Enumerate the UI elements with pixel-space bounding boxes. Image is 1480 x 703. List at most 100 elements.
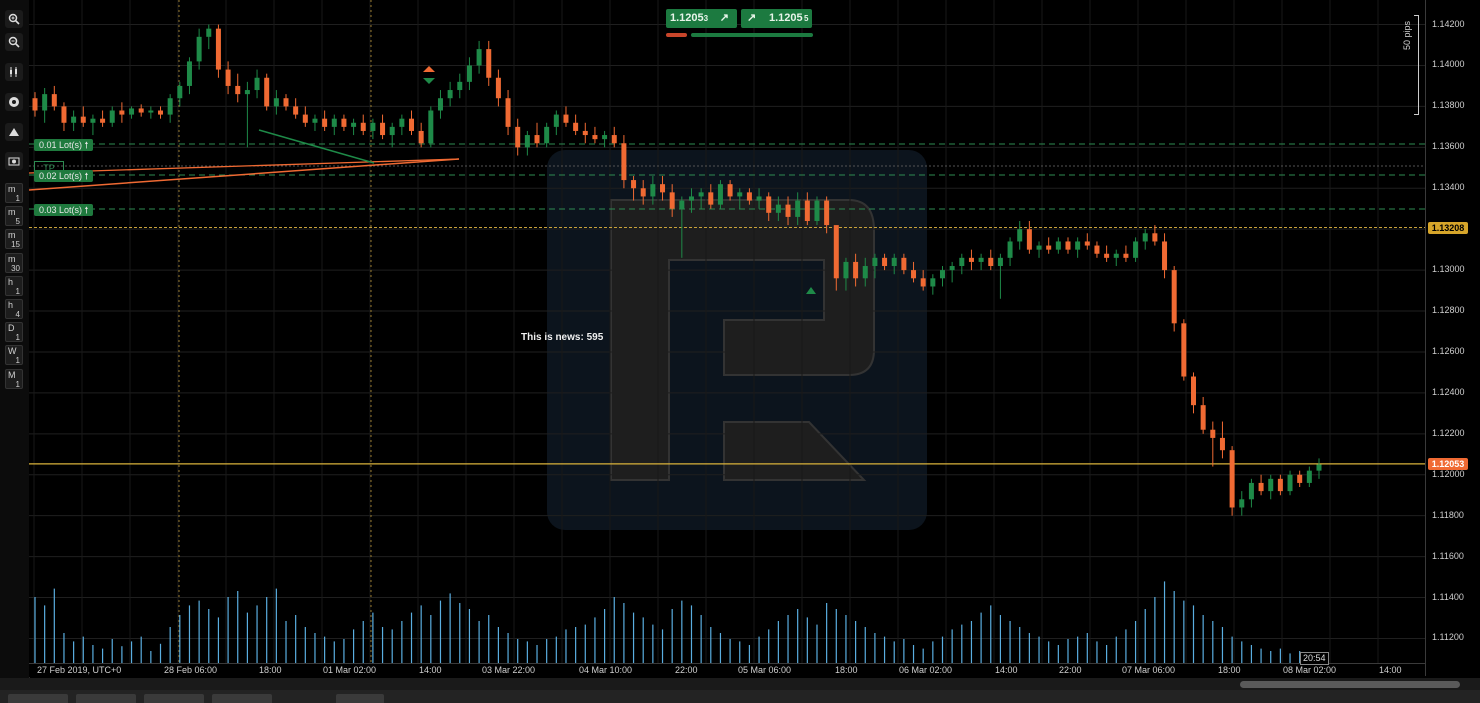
candle-body <box>891 257 897 267</box>
candle-body <box>109 110 115 123</box>
timeframe-button-m5[interactable]: m5 <box>5 206 23 227</box>
candle-body <box>978 257 984 262</box>
sell-price-suffix: 3 <box>703 14 709 23</box>
lot-label-2[interactable]: 0.02 Lot(s) 🠕 <box>34 170 94 182</box>
candle-body <box>737 192 743 197</box>
price-tick: 1.13000 <box>1432 264 1465 275</box>
candle-body <box>351 122 357 127</box>
candle-body <box>853 261 859 279</box>
buy-volume-bar <box>691 33 813 37</box>
timeframe-button-M1[interactable]: M1 <box>5 368 23 389</box>
zoom-in-icon[interactable] <box>5 10 23 28</box>
timeframe-button-h4[interactable]: h4 <box>5 299 23 319</box>
candle-body <box>158 110 164 115</box>
candle-body <box>582 130 588 136</box>
chart-area[interactable] <box>28 0 1425 663</box>
drawing-icon[interactable] <box>5 123 23 141</box>
candle-body <box>688 196 694 201</box>
lot-label-3[interactable]: 0.03 Lot(s) 🠕 <box>34 204 94 216</box>
indicators-icon[interactable] <box>5 63 23 81</box>
time-tick: 14:00 <box>995 665 1018 675</box>
news-label[interactable]: This is news: 595 <box>521 332 603 343</box>
sell-volume-bar <box>666 33 687 37</box>
candle-body <box>939 270 945 279</box>
price-tick: 1.11400 <box>1432 591 1464 602</box>
trade-panel: 1.12053 ↗ ↗ 1.1205 5 <box>666 9 814 39</box>
time-tick: 18:00 <box>259 665 282 675</box>
templates-icon[interactable] <box>5 93 23 111</box>
candle-body <box>360 122 366 131</box>
candle-body <box>1306 470 1312 483</box>
candle-body <box>553 114 559 127</box>
time-tick: 22:00 <box>1059 665 1082 675</box>
candle-body <box>177 85 183 99</box>
timeframe-button-m1[interactable]: m1 <box>5 183 23 203</box>
candle-body <box>1084 241 1090 246</box>
candle-body <box>119 110 125 115</box>
candle-body <box>727 184 733 197</box>
candle-body <box>534 135 540 144</box>
zoom-out-icon[interactable] <box>5 33 23 51</box>
candle-body <box>447 90 453 99</box>
bottom-tab[interactable] <box>8 694 68 703</box>
price-tick: 1.11800 <box>1432 509 1464 520</box>
candle-body <box>814 200 820 221</box>
bottom-tab[interactable] <box>212 694 272 703</box>
arrow-up-right-icon: ↗ <box>747 12 757 24</box>
candle-body <box>293 106 299 115</box>
candle-body <box>428 110 434 144</box>
candle-body <box>437 98 443 111</box>
candle-body <box>515 126 521 148</box>
bottom-tab[interactable] <box>144 694 204 703</box>
pips-bracket <box>1414 15 1419 115</box>
timeframe-value: 15 <box>11 240 20 250</box>
candle-body <box>244 90 250 95</box>
timeframe-unit: D <box>8 323 15 334</box>
time-tick: 28 Feb 06:00 <box>164 665 218 675</box>
candle-body <box>679 200 685 209</box>
timeframe-unit: m <box>8 230 16 241</box>
price-axis[interactable]: 1.14200 1.14000 1.13800 1.13600 1.13400 1.132… <box>1414 0 1480 676</box>
current-price-badge: 1.12053 <box>1428 457 1468 470</box>
timeframe-button-D1[interactable]: D1 <box>5 322 23 343</box>
candle-body <box>1297 474 1303 483</box>
pips-label: 50 pips <box>1402 20 1412 50</box>
candle-body <box>1152 233 1158 242</box>
candlestick-chart <box>28 0 1425 663</box>
buy-button[interactable]: ↗ 1.1205 5 <box>741 9 812 28</box>
candle-body <box>843 261 849 279</box>
candle-body <box>1104 253 1110 258</box>
timeframe-value: 5 <box>15 217 20 227</box>
candle-body <box>100 118 106 123</box>
candle-body <box>1026 229 1032 250</box>
candle-body <box>1094 245 1100 254</box>
candle-body <box>911 270 917 279</box>
lot-label-1[interactable]: 0.01 Lot(s) 🠕 <box>34 139 94 151</box>
sell-button[interactable]: 1.12053 ↗ <box>666 9 737 28</box>
bottom-tab[interactable] <box>76 694 136 703</box>
timeframe-button-h1[interactable]: h1 <box>5 275 23 296</box>
candle-body <box>341 118 347 127</box>
candle-body <box>669 192 675 209</box>
candle-body <box>920 278 926 287</box>
arrow-up-right-icon: ↗ <box>719 12 729 24</box>
bottom-tab[interactable] <box>336 694 384 703</box>
candle-body <box>698 192 704 197</box>
price-tick: 1.13600 <box>1432 141 1465 152</box>
scrollbar-thumb[interactable] <box>1240 681 1460 688</box>
screenshot-icon[interactable] <box>5 152 23 170</box>
candle-body <box>1036 245 1042 250</box>
timeframe-unit: h <box>8 300 14 310</box>
candle-body <box>389 126 395 136</box>
timeframe-button-m30[interactable]: m 30 <box>5 252 23 273</box>
candle-body <box>1316 464 1322 471</box>
candle-body <box>61 106 67 123</box>
price-tick: 1.12800 <box>1432 305 1465 316</box>
candle-body <box>930 278 936 287</box>
timeframe-button-m15[interactable]: m 15 <box>5 229 23 250</box>
candle-body <box>1113 253 1119 258</box>
timeframe-button-W1[interactable]: W1 <box>5 345 23 366</box>
time-axis[interactable]: 27 Feb 2019, UTC+0 28 Feb 06:00 18:00 01 Ma… <box>29 663 1425 677</box>
time-tick: 18:00 <box>835 665 858 675</box>
candle-body <box>196 36 202 62</box>
